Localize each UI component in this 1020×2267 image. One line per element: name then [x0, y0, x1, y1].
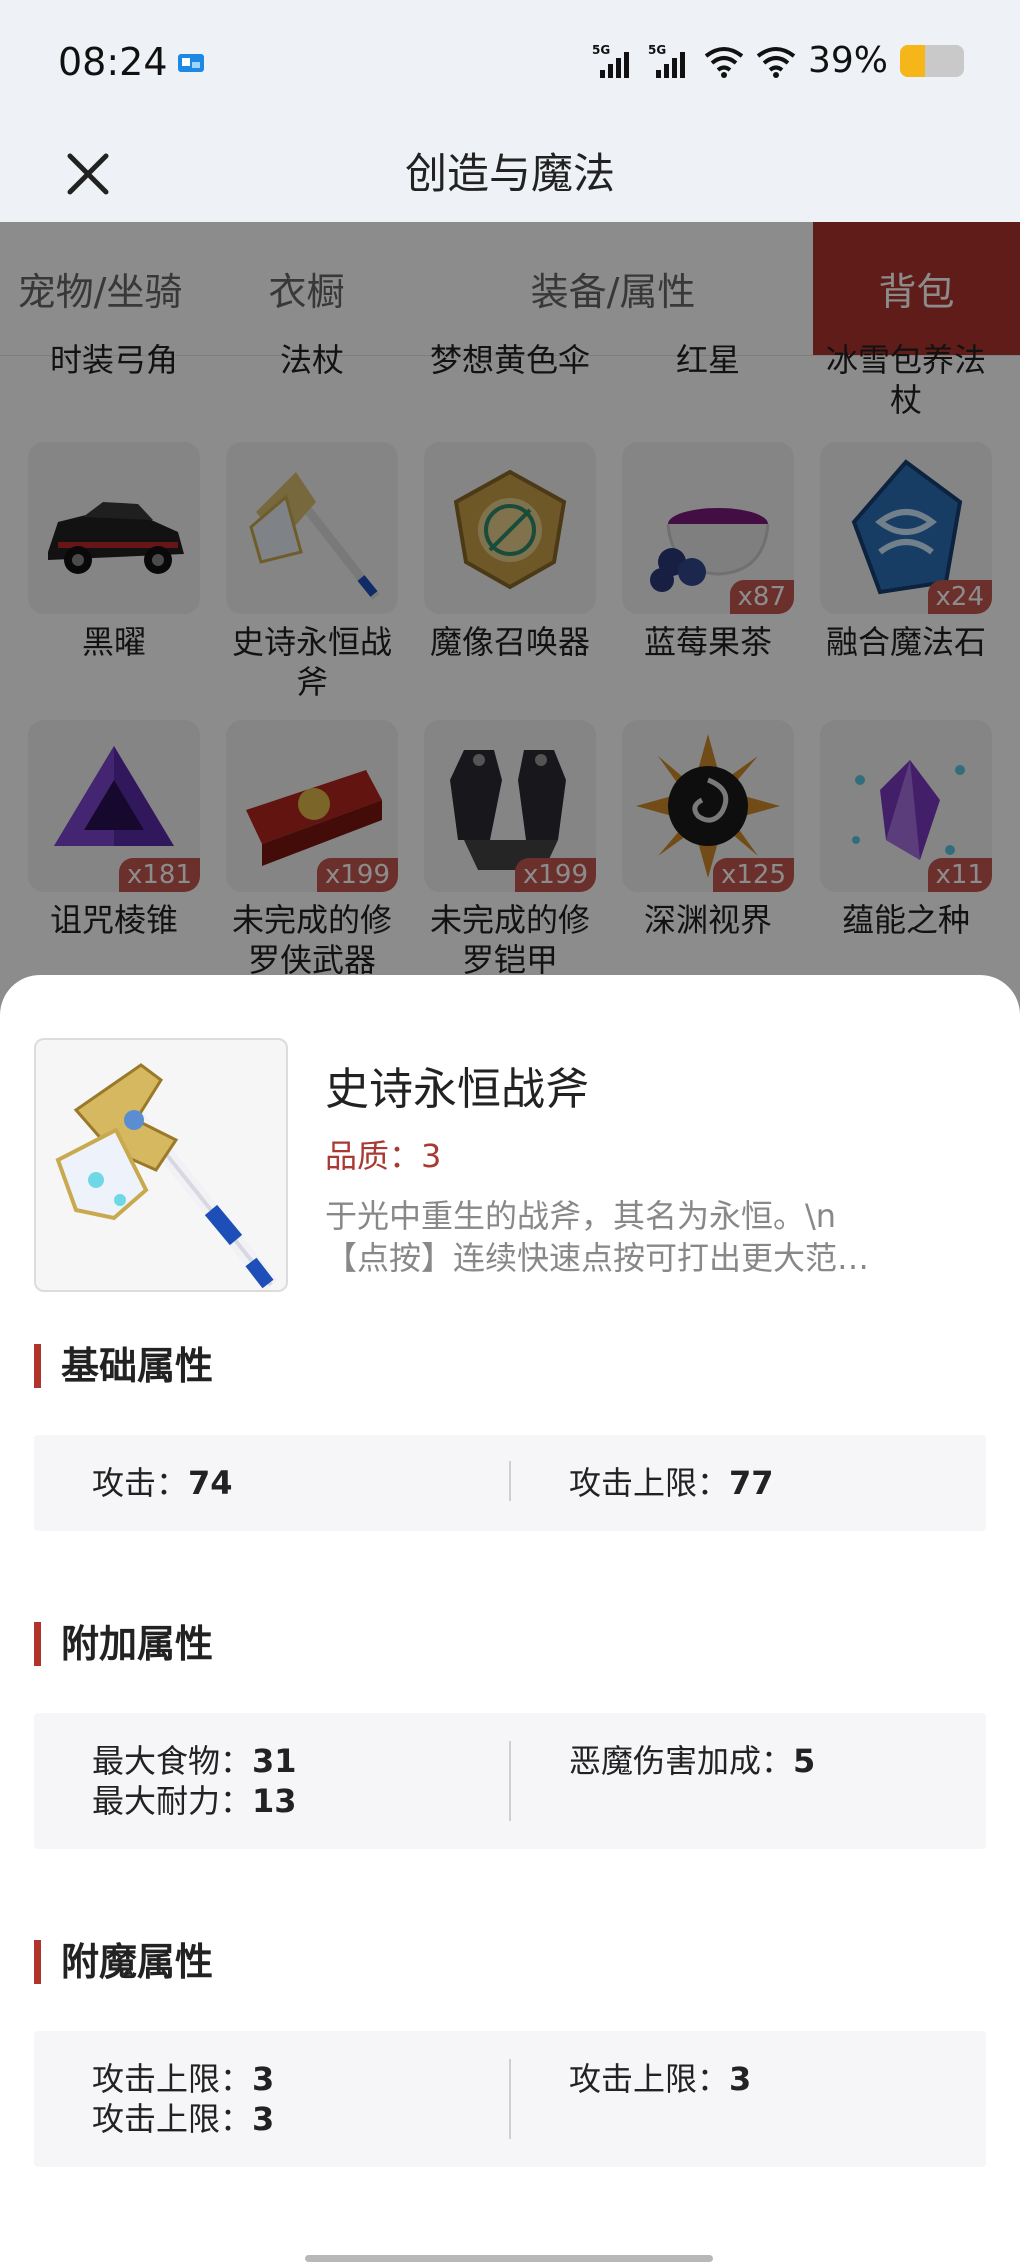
signal-5g-icon: 5G — [592, 43, 629, 78]
battery-percent: 39% — [807, 40, 888, 81]
status-time: 08:24 — [58, 40, 168, 84]
attr-key: 攻击上限： — [92, 2100, 253, 2138]
column-divider — [509, 1741, 511, 1821]
close-icon — [67, 153, 109, 195]
attr-value: 3 — [252, 2100, 275, 2138]
detail-description: 于光中重生的战斧，其名为永恒。\n 【点按】连续快速点按可打出更大范… — [325, 1195, 965, 1279]
column-divider — [509, 1461, 511, 1501]
detail-quality: 品质：3 — [325, 1137, 442, 1175]
attr-value: 5 — [793, 1742, 816, 1780]
battle-axe-icon — [55, 1063, 278, 1290]
status-right: 5G 5G 39% — [592, 40, 964, 81]
status-bar: 08:24 5G 5G 39% — [0, 0, 1020, 126]
attr-left: 攻击：74 — [92, 1463, 233, 1503]
basic-attributes: 攻击：74 攻击上限：77 — [34, 1435, 986, 1531]
section-title-extra: 附加属性 — [34, 1622, 213, 1666]
attr-right: 攻击上限：77 — [569, 1463, 774, 1503]
signal-5g-icon-2: 5G — [648, 43, 685, 78]
wifi-icon — [756, 46, 796, 78]
attr-key: 攻击上限： — [569, 1464, 730, 1502]
svg-text:5G: 5G — [648, 43, 666, 57]
attr-row: 攻击：74 — [92, 1463, 233, 1503]
attr-left: 最大食物：31 最大耐力：13 — [92, 1741, 297, 1821]
page-title: 创造与魔法 — [404, 149, 615, 198]
attr-value: 31 — [252, 1742, 297, 1780]
attr-row: 恶魔伤害加成：5 — [569, 1741, 815, 1781]
attr-key: 攻击上限： — [92, 2060, 253, 2098]
detail-item-image — [34, 1038, 288, 1292]
battery-fill — [900, 44, 925, 77]
attr-right: 恶魔伤害加成：5 — [569, 1741, 815, 1781]
attr-value: 77 — [729, 1464, 774, 1502]
section-title-basic: 基础属性 — [34, 1344, 213, 1388]
home-indicator[interactable] — [305, 2255, 713, 2262]
extra-attributes: 最大食物：31 最大耐力：13 恶魔伤害加成：5 — [34, 1713, 986, 1849]
attr-value: 3 — [729, 2060, 752, 2098]
section-title-enchant: 附魔属性 — [34, 1940, 213, 1984]
attr-key: 最大食物： — [92, 1742, 253, 1780]
item-detail-sheet: 史诗永恒战斧 品质：3 于光中重生的战斧，其名为永恒。\n 【点按】连续快速点按… — [0, 975, 1020, 2267]
attr-key: 恶魔伤害加成： — [569, 1742, 794, 1780]
attr-row: 攻击上限：3 — [92, 2099, 274, 2139]
detail-item-name: 史诗永恒战斧 — [325, 1064, 589, 1115]
attr-row: 攻击上限：77 — [569, 1463, 774, 1503]
attr-key: 攻击上限： — [569, 2060, 730, 2098]
attr-row: 攻击上限：3 — [569, 2059, 751, 2099]
notification-app-icon — [178, 54, 204, 72]
title-bar: 创造与魔法 — [0, 126, 1020, 222]
attr-value: 74 — [188, 1464, 233, 1502]
attr-row: 攻击上限：3 — [92, 2059, 274, 2099]
close-button[interactable] — [52, 126, 124, 222]
attr-value: 3 — [252, 2060, 275, 2098]
description-line: 于光中重生的战斧，其名为永恒。\n — [325, 1197, 837, 1235]
enchant-attributes: 攻击上限：3 攻击上限：3 攻击上限：3 — [34, 2031, 986, 2167]
svg-text:5G: 5G — [592, 43, 610, 57]
attr-row: 最大耐力：13 — [92, 1781, 297, 1821]
attr-key: 最大耐力： — [92, 1782, 253, 1820]
attr-value: 13 — [252, 1782, 297, 1820]
attr-right: 攻击上限：3 — [569, 2059, 751, 2099]
wifi-plus-icon — [704, 46, 744, 78]
description-line: 【点按】连续快速点按可打出更大范… — [325, 1239, 870, 1277]
battery-icon — [900, 44, 964, 77]
column-divider — [509, 2059, 511, 2139]
attr-row: 最大食物：31 — [92, 1741, 297, 1781]
attr-key: 攻击： — [92, 1464, 189, 1502]
attr-left: 攻击上限：3 攻击上限：3 — [92, 2059, 274, 2139]
